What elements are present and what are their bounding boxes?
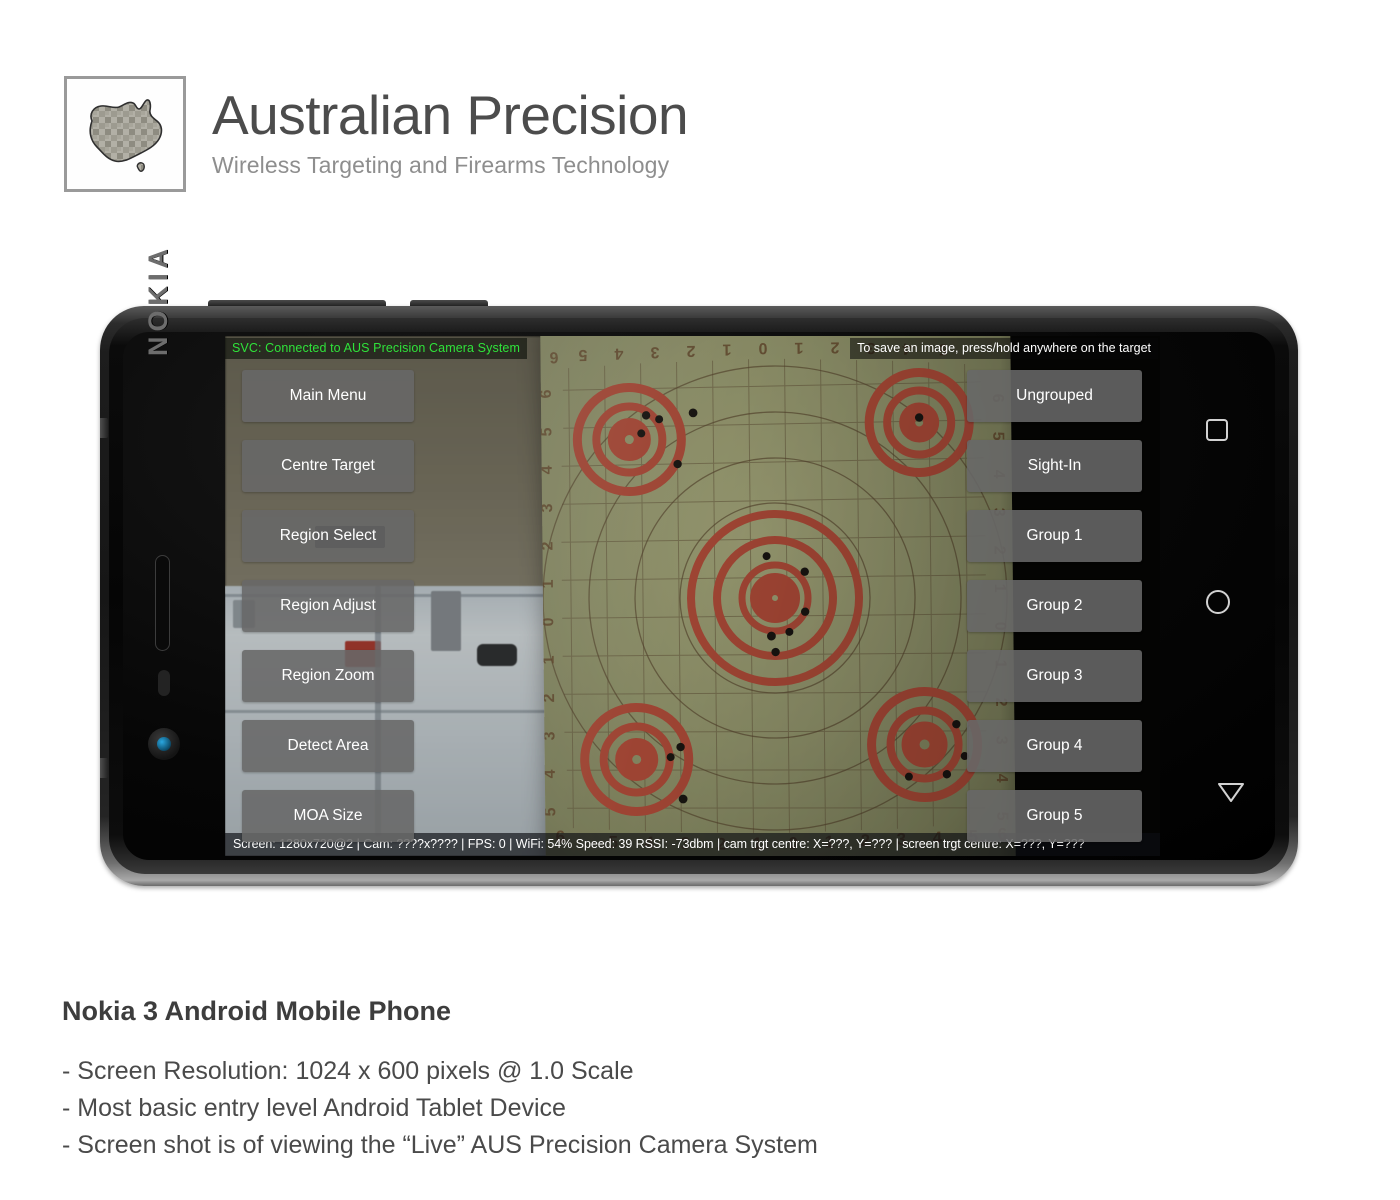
- phone-side-rail: [100, 418, 108, 438]
- brand-logo: [64, 76, 186, 192]
- save-image-hint-text: To save an image, press/hold anywhere on…: [850, 338, 1158, 359]
- caption-line-resolution: - Screen Resolution: 1024 x 600 pixels @…: [62, 1057, 634, 1085]
- australia-map-icon: [89, 99, 163, 172]
- brand-subtitle: Wireless Targeting and Firearms Technolo…: [212, 152, 670, 178]
- region-select-button[interactable]: Region Select: [242, 510, 414, 562]
- target-card-shading: [540, 336, 1016, 856]
- back-triangle-icon[interactable]: [1204, 762, 1244, 802]
- caption-line-device: - Most basic entry level Android Tablet …: [62, 1094, 566, 1122]
- front-camera-lens: [148, 728, 180, 760]
- centre-target-button[interactable]: Centre Target: [242, 440, 414, 492]
- region-adjust-button[interactable]: Region Adjust: [242, 580, 414, 632]
- caption-line-screenshot: - Screen shot is of viewing the “Live” A…: [62, 1131, 818, 1159]
- region-zoom-button[interactable]: Region Zoom: [242, 650, 414, 702]
- group-4-button[interactable]: Group 4: [967, 720, 1142, 772]
- nokia-logo-text: NOKIA: [143, 244, 173, 356]
- earpiece-speaker: [155, 555, 170, 651]
- caption-block: Nokia 3 Android Mobile Phone - Screen Re…: [62, 996, 818, 1164]
- proximity-sensor: [158, 670, 170, 696]
- home-circle-icon[interactable]: [1206, 590, 1230, 614]
- group-3-button[interactable]: Group 3: [967, 650, 1142, 702]
- main-menu-button[interactable]: Main Menu: [242, 370, 414, 422]
- moa-size-button[interactable]: MOA Size: [242, 790, 414, 842]
- phone-side-rail: [100, 758, 108, 778]
- app-screen: 54 32 10 12 34 56 6 54 32 10 12 34 56: [225, 336, 1160, 856]
- right-button-column: Ungrouped Sight-In Group 1 Group 2 Group…: [967, 370, 1142, 856]
- recents-square-icon[interactable]: [1206, 419, 1228, 441]
- brand-title: Australian Precision: [212, 84, 689, 146]
- service-status-text: SVC: Connected to AUS Precision Camera S…: [225, 338, 527, 359]
- group-5-button[interactable]: Group 5: [967, 790, 1142, 842]
- left-button-column: Main Menu Centre Target Region Select Re…: [242, 370, 414, 856]
- ungrouped-button[interactable]: Ungrouped: [967, 370, 1142, 422]
- group-2-button[interactable]: Group 2: [967, 580, 1142, 632]
- brand-header: Australian Precision Wireless Targeting …: [64, 76, 689, 192]
- sight-in-button[interactable]: Sight-In: [967, 440, 1142, 492]
- detect-area-button[interactable]: Detect Area: [242, 720, 414, 772]
- caption-title: Nokia 3 Android Mobile Phone: [62, 996, 452, 1026]
- paper-target-card[interactable]: 54 32 10 12 34 56 6 54 32 10 12 34 56: [540, 336, 1016, 856]
- group-1-button[interactable]: Group 1: [967, 510, 1142, 562]
